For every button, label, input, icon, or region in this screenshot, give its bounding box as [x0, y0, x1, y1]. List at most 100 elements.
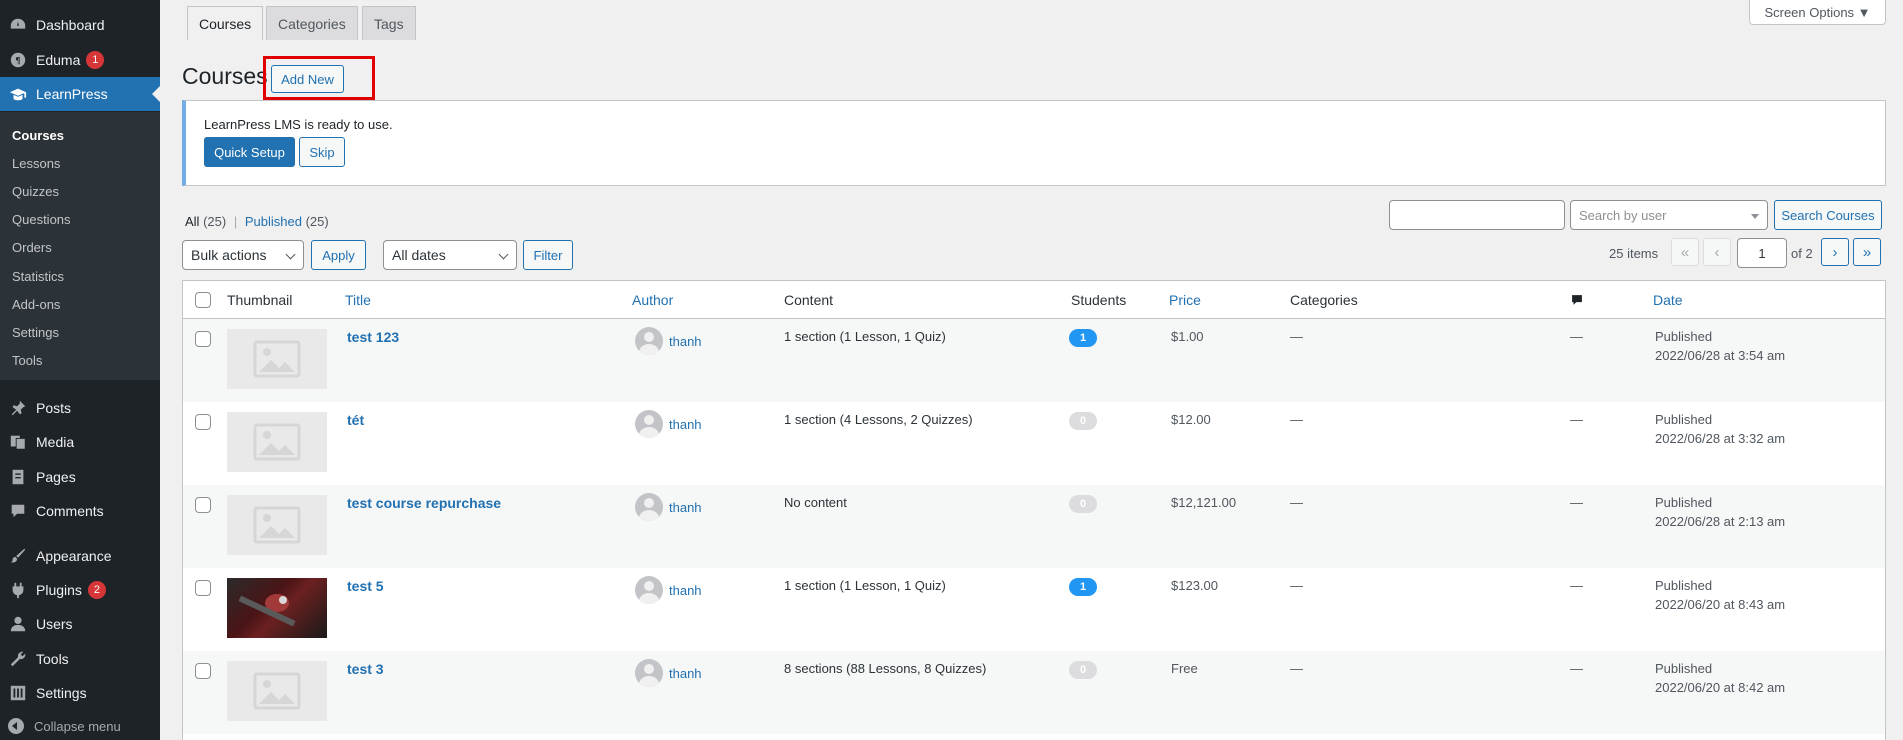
current-page-input[interactable]: 1 [1737, 238, 1787, 268]
row-checkbox[interactable] [195, 580, 211, 596]
course-date: 2022/06/20 at 8:42 am [1655, 680, 1786, 695]
comments-icon [8, 501, 28, 521]
col-content: Content [784, 292, 834, 308]
image-placeholder-icon [253, 423, 301, 461]
course-author[interactable]: thanh [635, 659, 702, 687]
notice-text: LearnPress LMS is ready to use. [204, 117, 393, 132]
submenu-lessons[interactable]: Lessons [12, 156, 60, 171]
filter-published[interactable]: Published [245, 214, 302, 229]
col-author[interactable]: Author [632, 292, 673, 308]
screen-options-button[interactable]: Screen Options ▼ [1749, 0, 1886, 25]
row-checkbox[interactable] [195, 331, 211, 347]
bulk-actions-select[interactable]: Bulk actions [182, 240, 304, 270]
course-categories: — [1290, 661, 1303, 676]
total-pages: of 2 [1791, 246, 1813, 261]
pin-icon [8, 398, 28, 418]
course-title-link[interactable]: test 5 [347, 578, 384, 594]
quick-setup-button[interactable]: Quick Setup [204, 137, 295, 167]
page-title: Courses [182, 63, 268, 89]
course-status: Published [1655, 329, 1713, 344]
search-by-user-placeholder: Search by user [1579, 207, 1667, 223]
course-author[interactable]: thanh [635, 327, 702, 355]
course-comments: — [1570, 329, 1583, 344]
menu-label: Users [36, 616, 73, 632]
menu-settings[interactable]: Settings [0, 676, 160, 710]
menu-label: Tools [36, 651, 69, 667]
menu-label: Pages [36, 469, 76, 485]
course-author[interactable]: thanh [635, 493, 702, 521]
filter-button[interactable]: Filter [523, 240, 573, 270]
select-all-checkbox[interactable] [195, 292, 211, 308]
menu-eduma[interactable]: ¶ Eduma 1 [0, 43, 160, 77]
menu-posts[interactable]: Posts [0, 391, 160, 425]
prev-page-button[interactable]: ‹ [1703, 238, 1731, 266]
course-title-link[interactable]: test 3 [347, 661, 384, 677]
menu-label: Settings [36, 685, 87, 701]
menu-dashboard[interactable]: Dashboard [0, 8, 160, 42]
menu-label: Eduma [36, 52, 81, 68]
course-content: 1 section (1 Lesson, 1 Quiz) [784, 578, 946, 593]
caret-down-icon [1751, 214, 1759, 219]
col-thumbnail: Thumbnail [227, 292, 293, 308]
items-count: 25 items [1609, 246, 1659, 261]
menu-learnpress[interactable]: LearnPress [0, 77, 160, 111]
author-name: thanh [669, 499, 702, 515]
submenu-questions[interactable]: Questions [12, 212, 71, 227]
submenu-tools[interactable]: Tools [12, 353, 42, 368]
menu-label: Dashboard [36, 17, 105, 33]
col-date[interactable]: Date [1653, 292, 1683, 308]
menu-pages[interactable]: Pages [0, 460, 160, 494]
course-title-link[interactable]: tét [347, 412, 364, 428]
submenu-statistics[interactable]: Statistics [12, 269, 64, 284]
submenu-settings[interactable]: Settings [12, 325, 59, 340]
course-date: 2022/06/28 at 3:54 am [1655, 348, 1786, 363]
filter-separator: | [233, 214, 238, 229]
submenu-quizzes[interactable]: Quizzes [12, 184, 59, 199]
search-by-user-select[interactable]: Search by user [1570, 200, 1768, 230]
eduma-icon: ¶ [8, 50, 28, 70]
submenu-courses[interactable]: Courses [12, 128, 64, 143]
menu-users[interactable]: Users [0, 607, 160, 641]
collapse-menu-button[interactable]: Collapse menu [8, 718, 121, 734]
course-author[interactable]: thanh [635, 576, 702, 604]
col-students: Students [1071, 292, 1127, 308]
menu-tools[interactable]: Tools [0, 642, 160, 676]
submenu-addons[interactable]: Add-ons [12, 297, 60, 312]
row-checkbox[interactable] [195, 663, 211, 679]
course-author[interactable]: thanh [635, 410, 702, 438]
course-photo-image [238, 594, 296, 627]
col-price[interactable]: Price [1169, 292, 1201, 308]
next-page-button[interactable]: › [1821, 238, 1849, 266]
tab-courses[interactable]: Courses [187, 6, 264, 40]
row-checkbox[interactable] [195, 414, 211, 430]
users-icon [8, 614, 28, 634]
menu-appearance[interactable]: Appearance [0, 539, 160, 573]
submenu-orders[interactable]: Orders [12, 240, 52, 255]
course-content: 8 sections (88 Lessons, 8 Quizzes) [784, 661, 987, 676]
course-status: Published [1655, 495, 1713, 510]
first-page-button[interactable]: « [1671, 238, 1699, 266]
last-page-button[interactable]: » [1853, 238, 1881, 266]
course-date: 2022/06/20 at 8:43 am [1655, 597, 1786, 612]
course-title-link[interactable]: test course repurchase [347, 495, 501, 511]
search-input[interactable] [1389, 200, 1565, 230]
menu-media[interactable]: Media [0, 425, 160, 459]
wrench-icon [8, 649, 28, 669]
skip-button[interactable]: Skip [299, 137, 345, 167]
status-filter-links: All (25) | Published (25) [185, 214, 329, 229]
filter-all[interactable]: All [185, 214, 199, 229]
menu-plugins[interactable]: Plugins 2 [0, 573, 160, 607]
tab-categories[interactable]: Categories [266, 6, 358, 40]
course-title-link[interactable]: test 123 [347, 329, 399, 345]
row-checkbox[interactable] [195, 497, 211, 513]
tab-tags[interactable]: Tags [362, 6, 416, 40]
table-row: test 5 thanh 1 section (1 Lesson, 1 Quiz… [183, 568, 1885, 651]
course-content: 1 section (1 Lesson, 1 Quiz) [784, 329, 946, 344]
menu-comments[interactable]: Comments [0, 494, 160, 528]
apply-button[interactable]: Apply [311, 240, 366, 270]
dates-select[interactable]: All dates [383, 240, 517, 270]
col-title[interactable]: Title [345, 292, 371, 308]
course-categories: — [1290, 578, 1303, 593]
search-courses-button[interactable]: Search Courses [1774, 200, 1882, 230]
course-comments: — [1570, 578, 1583, 593]
